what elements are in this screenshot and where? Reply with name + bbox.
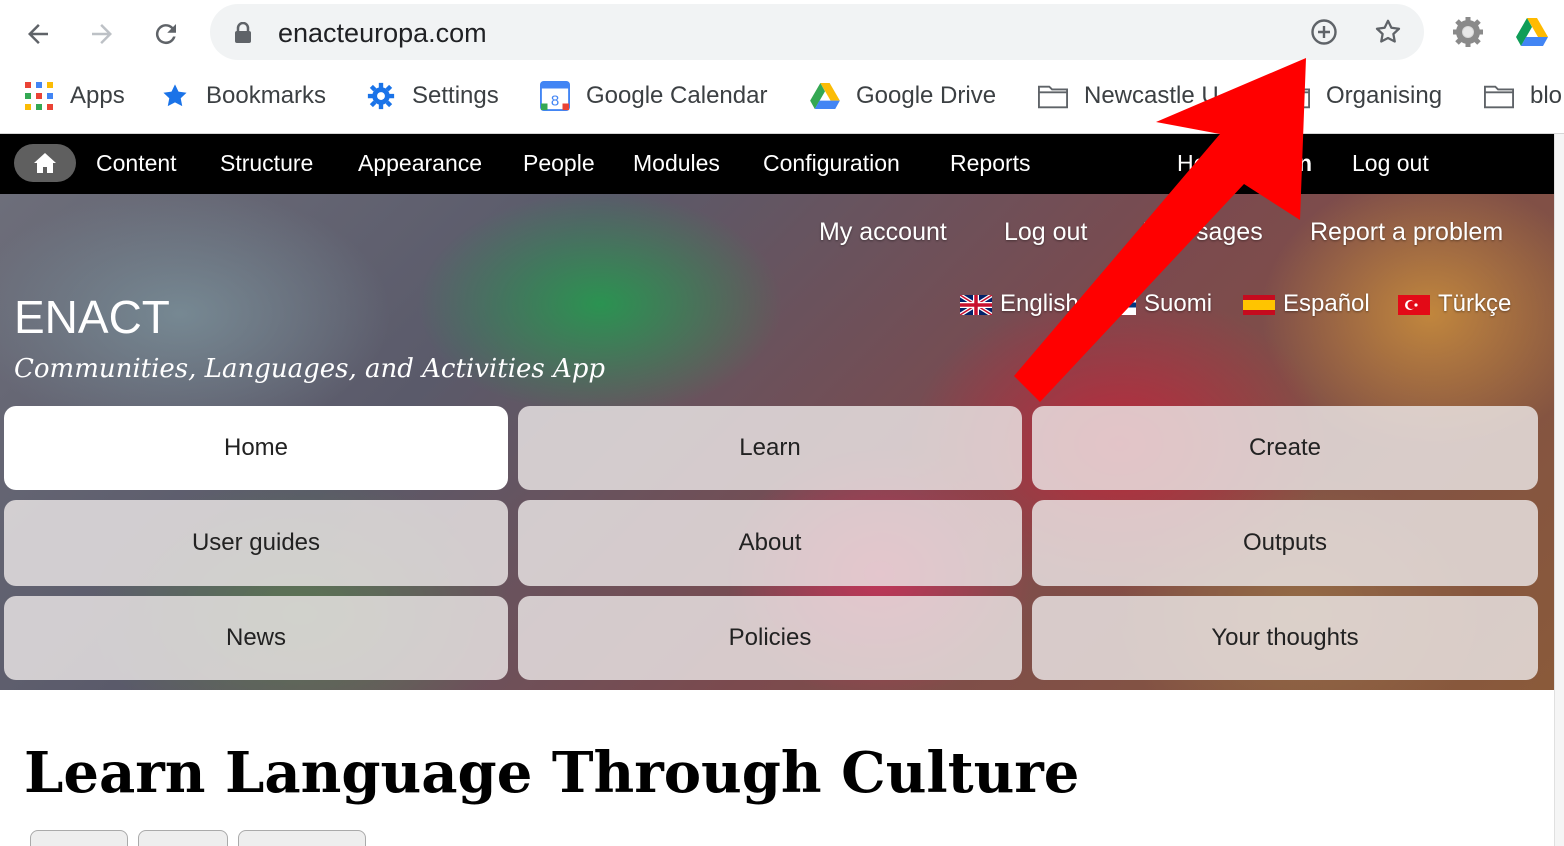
bookmark-label: Google Calendar [586, 82, 768, 109]
uk-flag-icon [958, 293, 994, 317]
reload-icon [155, 24, 176, 45]
admin-menu-content[interactable]: Content [96, 150, 177, 177]
folder-icon [1038, 81, 1068, 111]
language-label: Español [1283, 290, 1370, 317]
logout-link[interactable]: Log out [1004, 218, 1087, 247]
admin-menu-structure[interactable]: Structure [220, 150, 313, 177]
menu-tile-create[interactable]: Create [1032, 406, 1538, 490]
gear-icon [366, 81, 396, 111]
messages-link-start[interactable]: M [1142, 218, 1163, 247]
language-english[interactable]: English [958, 290, 1079, 318]
my-account-link[interactable]: My account [819, 218, 947, 247]
browser-chrome: enacteuropa.com Apps Bookmarks Settings … [0, 0, 1564, 134]
site-slogan: Communities, Languages, and Activities A… [14, 354, 606, 384]
lock-icon [234, 21, 252, 49]
language-suomi[interactable]: Suomi [1104, 290, 1212, 318]
turkey-flag-icon [1398, 294, 1430, 315]
language-espanol[interactable]: Español [1243, 290, 1370, 318]
bookmark-google-drive[interactable]: Google Drive [810, 78, 996, 114]
address-bar[interactable]: enacteuropa.com [210, 4, 1424, 60]
bookmark-label: Settings [412, 82, 499, 109]
page-scrollbar[interactable] [1554, 134, 1564, 846]
admin-menu-appearance[interactable]: Appearance [358, 150, 482, 177]
star-icon [160, 81, 190, 111]
reload-button[interactable] [146, 14, 186, 54]
bookmark-organising[interactable]: Organising [1280, 78, 1442, 114]
google-drive-icon [810, 81, 840, 111]
bookmark-label: Organising [1326, 82, 1443, 109]
menu-tile-learn[interactable]: Learn [518, 406, 1022, 490]
bookmark-bookmarks[interactable]: Bookmarks [160, 78, 326, 114]
report-problem-link[interactable]: Report a problem [1310, 218, 1503, 247]
admin-menu-modules[interactable]: Modules [633, 150, 720, 177]
bookmark-blo[interactable]: blo [1484, 78, 1562, 114]
admin-menu-reports[interactable]: Reports [950, 150, 1031, 177]
menu-tile-policies[interactable]: Policies [518, 596, 1022, 680]
svg-text:8: 8 [551, 92, 559, 109]
admin-home-button[interactable] [14, 144, 76, 182]
language-label: Türkçe [1438, 290, 1512, 317]
bookmark-newcastle[interactable]: Newcastle U [1038, 78, 1219, 114]
bookmarks-bar: Apps Bookmarks Settings 8 Google Calenda… [0, 70, 1564, 122]
menu-tile-home[interactable]: Home [4, 406, 508, 490]
menu-tile-outputs[interactable]: Outputs [1032, 500, 1538, 586]
apps-grid-icon [24, 81, 54, 111]
admin-menu-configuration[interactable]: Configuration [763, 150, 900, 177]
folder-icon [1484, 81, 1514, 111]
bookmark-label: Apps [70, 82, 125, 109]
google-drive-extension-icon[interactable] [1514, 14, 1550, 50]
admin-menu-people[interactable]: People [523, 150, 595, 177]
bookmark-label: Google Drive [856, 82, 997, 109]
admin-logout-link[interactable]: Log out [1352, 150, 1429, 177]
admin-toolbar: Content Structure Appearance People Modu… [0, 134, 1554, 194]
bookmark-google-calendar[interactable]: 8 Google Calendar [540, 78, 767, 114]
bookmark-label: blo [1530, 82, 1563, 109]
forward-button[interactable] [82, 14, 122, 54]
google-calendar-icon: 8 [540, 81, 570, 111]
site-header: My account Log out M sages Report a prob… [0, 194, 1554, 690]
bookmark-label: Newcastle U [1084, 82, 1219, 109]
page-title: Learn Language Through Culture [24, 740, 1080, 806]
bookmark-star-icon[interactable] [1372, 16, 1404, 48]
bookmark-label: Bookmarks [206, 82, 327, 109]
arrow-right-icon [92, 24, 112, 44]
local-task-tab-1[interactable] [30, 830, 128, 846]
bookmark-settings[interactable]: Settings [366, 78, 499, 114]
local-task-tab-3[interactable] [238, 830, 366, 846]
language-label: Suomi [1144, 290, 1213, 317]
language-label: English [1000, 290, 1079, 317]
back-button[interactable] [18, 14, 58, 54]
admin-help-link[interactable]: He [1177, 150, 1206, 177]
folder-icon [1280, 81, 1310, 111]
menu-tile-your-thoughts[interactable]: Your thoughts [1032, 596, 1538, 680]
site-name[interactable]: ENACT [14, 290, 170, 344]
messages-link-end[interactable]: sages [1196, 218, 1263, 247]
menu-tile-user-guides[interactable]: User guides [4, 500, 508, 586]
menu-tile-about[interactable]: About [518, 500, 1022, 586]
bookmark-apps[interactable]: Apps [24, 78, 125, 114]
home-icon [34, 153, 56, 173]
arrow-left-icon [28, 24, 48, 44]
install-app-icon[interactable] [1308, 16, 1340, 48]
url-text[interactable]: enacteuropa.com [278, 18, 487, 49]
admin-user-link[interactable]: n [1298, 150, 1312, 177]
spain-flag-icon [1243, 294, 1275, 315]
finland-flag-icon [1104, 294, 1136, 315]
language-turkce[interactable]: Türkçe [1398, 290, 1511, 318]
menu-tile-news[interactable]: News [4, 596, 508, 680]
gear-extension-icon[interactable] [1450, 14, 1486, 50]
local-task-tab-2[interactable] [138, 830, 228, 846]
